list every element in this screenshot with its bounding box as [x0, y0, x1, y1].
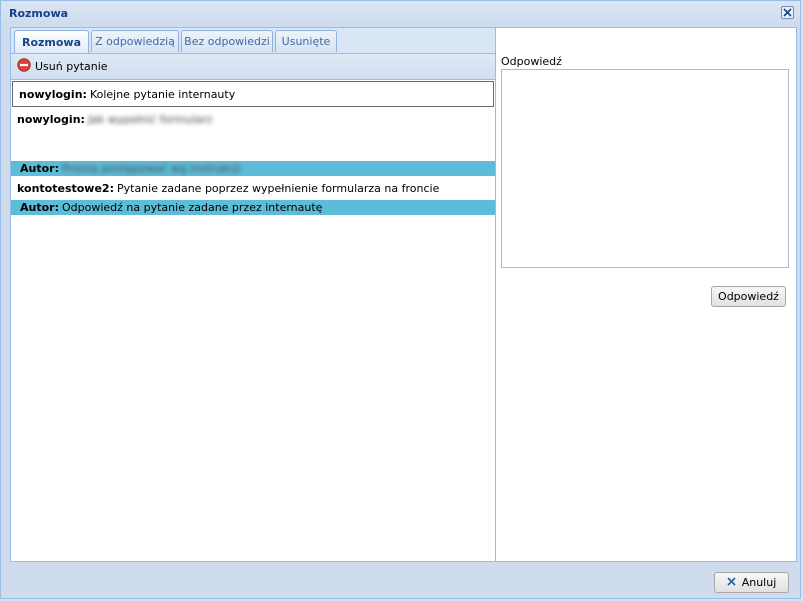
- conversation-dialog: Rozmowa Rozmowa Z odpowiedzią Bez odpowi…: [0, 0, 801, 599]
- reply-label: Odpowiedź: [501, 55, 562, 68]
- conversation-panel: Rozmowa Z odpowiedzią Bez odpowiedzi Usu…: [10, 27, 496, 562]
- message-text: Kolejne pytanie internauty: [89, 87, 236, 101]
- message-list: nowylogin: Kolejne pytanie internauty no…: [11, 80, 495, 561]
- dialog-titlebar[interactable]: Rozmowa: [1, 1, 800, 26]
- close-icon[interactable]: [781, 6, 794, 19]
- delete-icon: [17, 58, 31, 75]
- cancel-button[interactable]: Anuluj: [714, 572, 789, 593]
- message-author: nowylogin:: [17, 113, 85, 126]
- delete-question-label: Usuń pytanie: [35, 60, 108, 73]
- list-item[interactable]: Autor: Proszę postępować wg instrukcji: [11, 161, 495, 176]
- list-item[interactable]: nowylogin: Jak wypełnić formularz: [11, 112, 495, 127]
- reply-panel: Odpowiedź Odpowiedź: [496, 27, 797, 562]
- panel-toolbar: Usuń pytanie: [11, 54, 495, 80]
- tab-rozmowa[interactable]: Rozmowa: [14, 30, 89, 53]
- tab-strip: Rozmowa Z odpowiedzią Bez odpowiedzi Usu…: [11, 28, 495, 54]
- cancel-icon: [727, 576, 736, 589]
- message-text-redacted: Proszę postępować wg instrukcji: [61, 162, 241, 175]
- list-item[interactable]: nowylogin: Kolejne pytanie internauty: [12, 81, 494, 107]
- list-item[interactable]: Autor: Odpowiedź na pytanie zadane przez…: [11, 200, 495, 215]
- message-author: Autor:: [20, 201, 59, 214]
- reply-button-label: Odpowiedź: [718, 290, 779, 303]
- message-author: kontotestowe2:: [17, 182, 114, 195]
- reply-button[interactable]: Odpowiedź: [711, 286, 786, 307]
- message-text: Pytanie zadane poprzez wypełnienie formu…: [116, 182, 440, 195]
- tab-z-odpowiedzia[interactable]: Z odpowiedzią: [91, 30, 179, 52]
- message-author: nowylogin:: [19, 87, 87, 101]
- message-author: Autor:: [20, 162, 59, 175]
- reply-textarea[interactable]: [501, 69, 789, 268]
- tab-usuniete[interactable]: Usunięte: [275, 30, 337, 52]
- cancel-button-label: Anuluj: [741, 576, 777, 589]
- message-text-redacted: Jak wypełnić formularz: [87, 113, 213, 126]
- list-item[interactable]: kontotestowe2: Pytanie zadane poprzez wy…: [11, 181, 495, 196]
- delete-question-button[interactable]: Usuń pytanie: [17, 58, 108, 75]
- message-text: Odpowiedź na pytanie zadane przez intern…: [61, 201, 323, 214]
- dialog-title: Rozmowa: [9, 7, 69, 20]
- tab-bez-odpowiedzi[interactable]: Bez odpowiedzi: [181, 30, 273, 52]
